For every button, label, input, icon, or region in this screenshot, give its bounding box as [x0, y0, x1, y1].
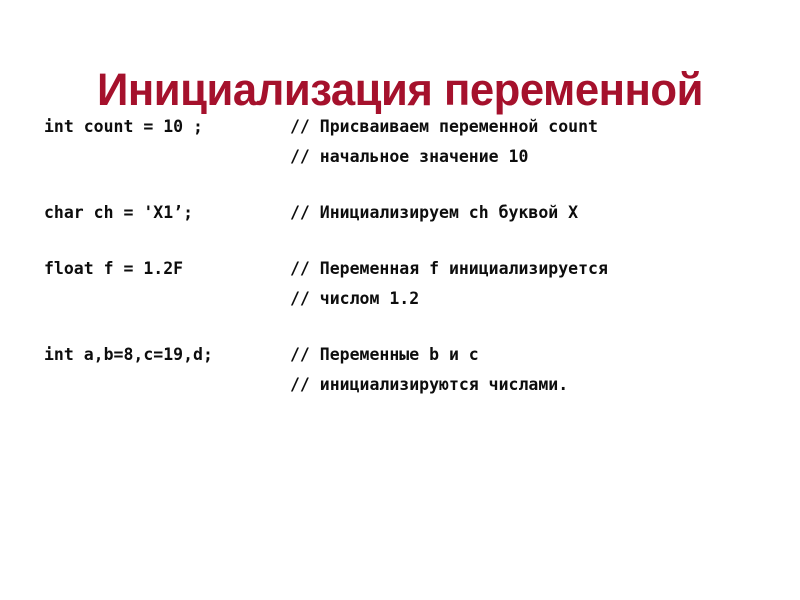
- code-line: // числом 1.2: [44, 284, 764, 314]
- code-block: float f = 1.2F // Переменная f инициализ…: [44, 254, 764, 314]
- code-statement: int count = 10 ;: [44, 117, 203, 136]
- code-line: // инициализируются числами.: [44, 370, 764, 400]
- code-statement: int a,b=8,c=19,d;: [44, 345, 213, 364]
- code-comment: // инициализируются числами.: [290, 375, 569, 394]
- code-statement: char ch = 'X1’;: [44, 203, 194, 222]
- code-block: char ch = 'X1’; // Инициализируем ch бук…: [44, 198, 764, 228]
- code-comment: // Переменная f инициализируется: [290, 259, 608, 278]
- code-comment: // начальное значение 10: [290, 147, 529, 166]
- code-block: int a,b=8,c=19,d; // Переменные b и c //…: [44, 340, 764, 400]
- code-comment: // Присваиваем переменной count: [290, 117, 598, 136]
- code-comment: // числом 1.2: [290, 289, 420, 308]
- slide-canvas: Инициализация переменной int count = 10 …: [0, 0, 800, 600]
- code-line: char ch = 'X1’; // Инициализируем ch бук…: [44, 198, 764, 228]
- code-line: int a,b=8,c=19,d; // Переменные b и c: [44, 340, 764, 370]
- code-line: // начальное значение 10: [44, 142, 764, 172]
- page-title: Инициализация переменной: [97, 64, 703, 116]
- code-comment: // Инициализируем ch буквой X: [290, 203, 579, 222]
- code-listing: int count = 10 ; // Присваиваем переменн…: [44, 112, 764, 400]
- code-block: int count = 10 ; // Присваиваем переменн…: [44, 112, 764, 172]
- code-comment: // Переменные b и c: [290, 345, 479, 364]
- code-line: float f = 1.2F // Переменная f инициализ…: [44, 254, 764, 284]
- code-statement: float f = 1.2F: [44, 259, 184, 278]
- code-line: int count = 10 ; // Присваиваем переменн…: [44, 112, 764, 142]
